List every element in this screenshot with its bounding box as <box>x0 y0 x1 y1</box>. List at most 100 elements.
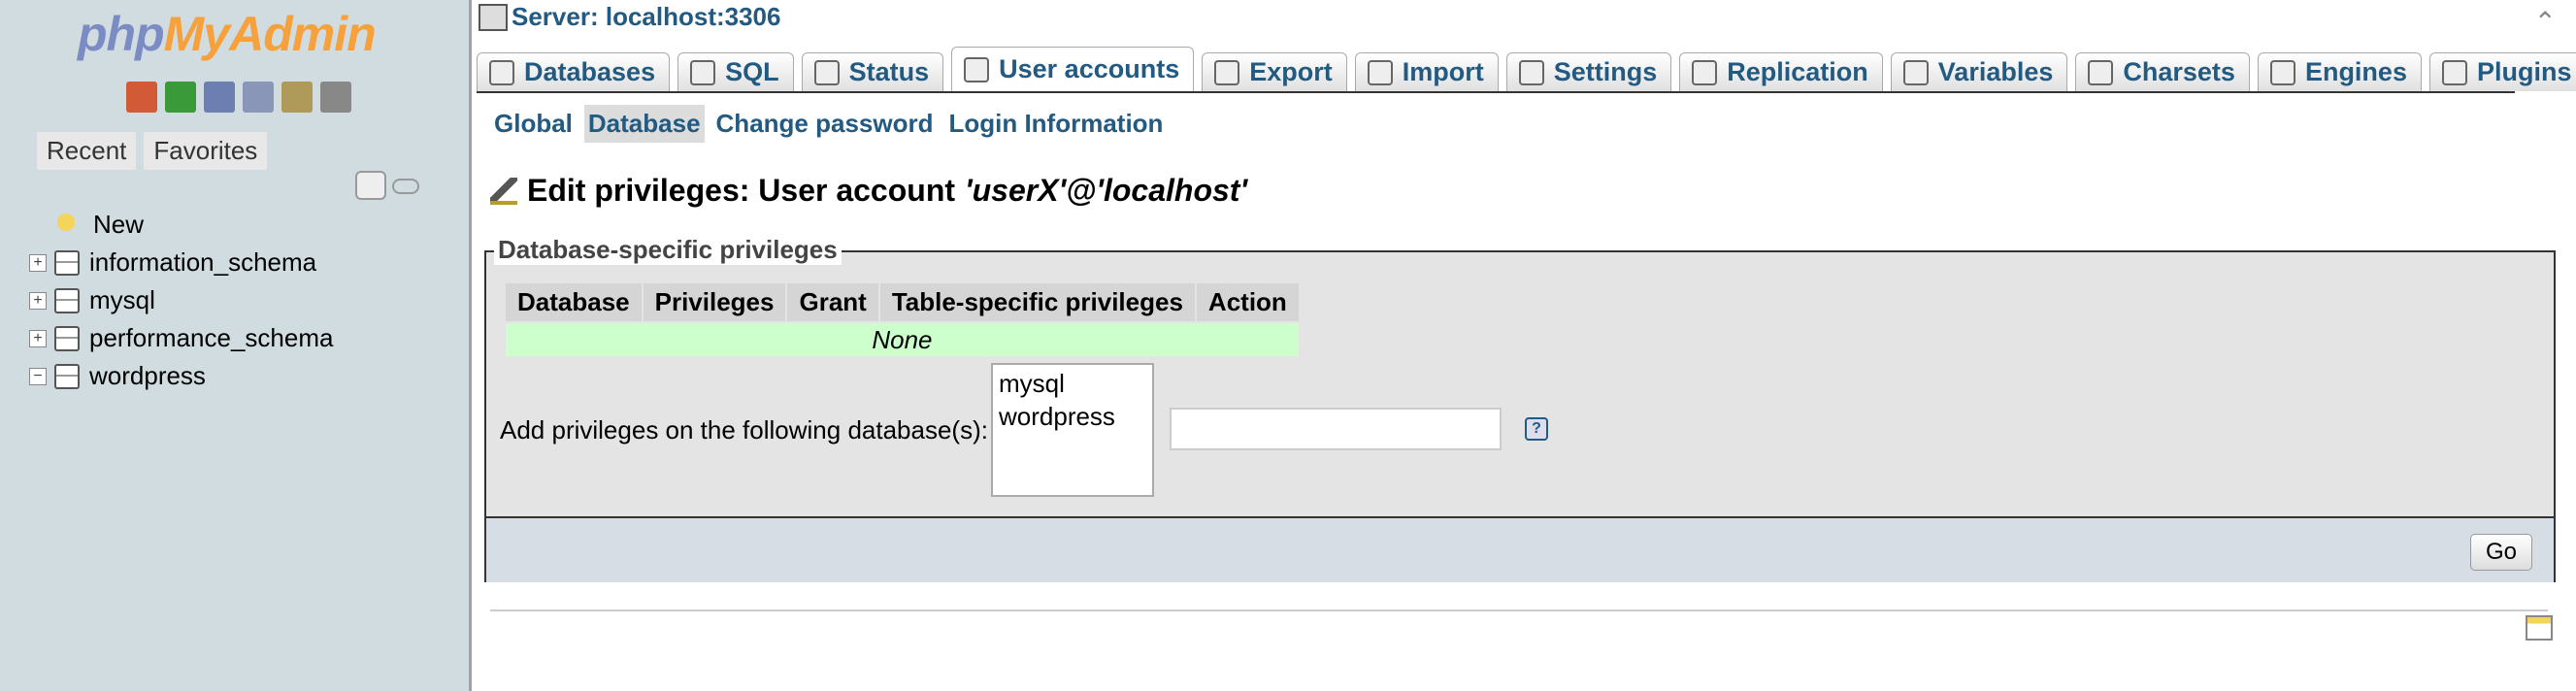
tab-engines[interactable]: Engines <box>2257 52 2422 91</box>
tree-item-information-schema[interactable]: + information_schema <box>29 244 333 281</box>
tab-label: Import <box>1402 57 1484 86</box>
fieldset-legend: Database-specific privileges <box>494 235 842 265</box>
fieldset-footer: Go <box>486 516 2554 582</box>
page-title: Edit privileges: User account 'userX'@'l… <box>490 173 1247 209</box>
edit-icon <box>490 177 517 205</box>
tab-charsets[interactable]: Charsets <box>2075 52 2250 91</box>
server-breadcrumb[interactable]: Server: localhost:3306 <box>479 2 780 32</box>
go-button[interactable]: Go <box>2470 534 2532 571</box>
column-header-table-specific: Table-specific privileges <box>879 283 1195 321</box>
charsets-icon <box>2088 59 2114 85</box>
tab-replication[interactable]: Replication <box>1679 52 1883 91</box>
navigation-panel: phpMyAdmin Recent Favorites New + informa… <box>0 0 472 691</box>
database-tree: New + information_schema + mysql + performa… <box>29 206 333 395</box>
sub-tab-bar: Global Database Change password Login In… <box>490 105 1167 143</box>
tab-label: Replication <box>1727 57 1868 86</box>
logo-part2: MyAdmin <box>163 7 377 61</box>
settings-icon[interactable] <box>281 82 313 113</box>
collapse-all-icon[interactable] <box>355 171 386 200</box>
expand-icon[interactable]: + <box>29 329 47 347</box>
add-privileges-label: Add privileges on the following database… <box>500 415 988 444</box>
table-header-row: Database Privileges Grant Table-specific… <box>506 283 1299 321</box>
subtab-change-password[interactable]: Change password <box>712 105 938 143</box>
sql-icon <box>690 59 716 85</box>
tab-import[interactable]: Import <box>1354 52 1499 91</box>
logout-icon[interactable] <box>165 82 196 113</box>
tree-item-new[interactable]: New <box>29 206 333 244</box>
link-icon[interactable] <box>392 179 419 194</box>
privileges-fieldset: Database-specific privileges Database Pr… <box>484 235 2556 582</box>
tree-item-label: information_schema <box>89 247 317 277</box>
list-item[interactable]: wordpress <box>999 400 1146 433</box>
tree-item-label: mysql <box>89 285 155 314</box>
tab-label: Status <box>848 57 930 86</box>
tab-label: Databases <box>524 57 656 86</box>
reload-icon[interactable] <box>320 82 351 113</box>
divider <box>490 609 2548 611</box>
tab-label: Settings <box>1553 57 1658 86</box>
database-name-input[interactable] <box>1170 408 1502 450</box>
tab-databases[interactable]: Databases <box>477 52 671 91</box>
tree-controls <box>355 171 419 200</box>
database-select-list[interactable]: mysql wordpress <box>991 363 1154 497</box>
databases-icon <box>489 59 514 85</box>
console-icon[interactable] <box>2526 615 2553 641</box>
title-prefix: Edit privileges: User account <box>527 173 956 208</box>
tab-label: Variables <box>1937 57 2054 86</box>
tree-item-label: wordpress <box>89 361 206 390</box>
recent-tab[interactable]: Recent <box>37 132 137 170</box>
sql-docs-icon[interactable] <box>243 82 274 113</box>
tab-sql[interactable]: SQL <box>677 52 794 91</box>
tab-variables[interactable]: Variables <box>1890 52 2068 91</box>
variables-icon <box>1902 59 1929 85</box>
logo-part1: php <box>78 7 165 61</box>
database-icon <box>54 325 80 351</box>
nav-tabs: Recent Favorites <box>37 132 268 170</box>
column-header-grant: Grant <box>787 283 878 321</box>
privileges-table: Database Privileges Grant Table-specific… <box>504 281 1301 358</box>
status-icon <box>813 59 840 85</box>
tab-plugins[interactable]: Plugins <box>2428 52 2576 91</box>
tree-item-label: New <box>93 210 145 239</box>
tab-label: Export <box>1249 57 1333 86</box>
plugins-icon <box>2441 59 2467 85</box>
engines-icon <box>2269 59 2295 85</box>
tab-label: User accounts <box>999 54 1180 83</box>
collapse-icon[interactable]: − <box>29 367 47 385</box>
database-icon <box>54 363 80 389</box>
subtab-login-information[interactable]: Login Information <box>944 105 1167 143</box>
favorites-tab[interactable]: Favorites <box>144 132 268 170</box>
docs-icon[interactable] <box>204 82 235 113</box>
table-row: None <box>506 323 1299 356</box>
empty-row-text: None <box>506 323 1299 356</box>
title-account: 'userX'@'localhost' <box>965 173 1248 208</box>
tab-status[interactable]: Status <box>801 52 944 91</box>
help-icon[interactable]: ? <box>1525 417 1548 441</box>
expand-icon[interactable]: + <box>29 253 47 272</box>
home-icon[interactable] <box>126 82 157 113</box>
tree-item-mysql[interactable]: + mysql <box>29 281 333 319</box>
subtab-global[interactable]: Global <box>490 105 577 143</box>
tree-item-performance-schema[interactable]: + performance_schema <box>29 319 333 357</box>
collapse-top-icon[interactable]: ⌃ <box>2534 6 2557 38</box>
phpmyadmin-logo[interactable]: phpMyAdmin <box>78 6 377 62</box>
list-item[interactable]: mysql <box>999 367 1146 400</box>
new-db-icon <box>54 210 83 240</box>
subtab-database[interactable]: Database <box>583 105 705 143</box>
tab-label: Engines <box>2304 57 2407 86</box>
tree-item-wordpress[interactable]: − wordpress <box>29 357 333 395</box>
tab-label: Charsets <box>2123 57 2235 86</box>
replication-icon <box>1692 59 1718 85</box>
database-icon <box>54 249 80 276</box>
settings-icon <box>1518 59 1544 85</box>
import-icon <box>1367 59 1393 85</box>
top-tab-bar: Databases SQL Status User accounts Expor… <box>477 47 2576 93</box>
tab-settings[interactable]: Settings <box>1505 52 1672 91</box>
expand-icon[interactable]: + <box>29 291 47 310</box>
users-icon <box>964 56 990 82</box>
tab-export[interactable]: Export <box>1202 52 1347 91</box>
tab-user-accounts[interactable]: User accounts <box>951 47 1195 91</box>
column-header-action: Action <box>1196 283 1299 321</box>
tab-label: Plugins <box>2476 57 2572 86</box>
app: phpMyAdmin Recent Favorites New + informa… <box>0 0 2576 691</box>
